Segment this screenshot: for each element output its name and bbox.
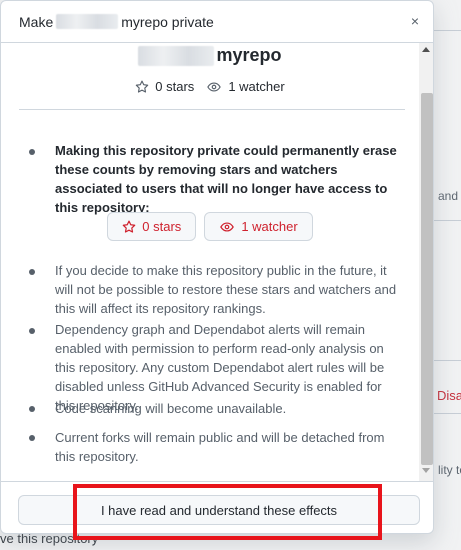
stars-pill: 0 stars [107,212,197,241]
eye-icon [207,81,222,92]
bullet-dot [29,406,35,412]
bullet-dot [29,435,35,441]
stars-count: 0 stars [135,79,194,94]
stars-label: 0 stars [155,79,195,94]
dialog-title-prefix: Make [19,13,54,30]
stars-pill-label: 0 stars [142,219,182,234]
divider [19,109,405,110]
close-icon[interactable]: × [411,13,419,29]
star-icon [122,220,136,233]
watchers-pill: 1 watcher [204,212,313,241]
dialog-header: Make myrepo private × [1,1,433,43]
scroll-up-arrow-icon[interactable] [422,47,430,52]
scrollbar-thumb[interactable] [421,93,433,465]
bullet-dot [29,269,35,275]
eye-icon [220,221,235,232]
make-private-dialog: Make myrepo private × myrepo 0 stars 1 w… [0,0,434,534]
bullet-dot [29,328,35,334]
warning-text: Making this repository private could per… [55,143,397,215]
watchers-count: 1 watcher [206,79,285,94]
repo-stats: 0 stars 1 watcher [1,79,419,94]
redacted-owner-name [56,14,119,29]
effect-item: Code scanning will become unavailable. [55,401,287,416]
confirm-effects-button[interactable]: I have read and understand these effects [18,495,420,525]
repo-name: myrepo [1,45,419,66]
watchers-label: 1 watcher [228,79,285,94]
redacted-owner-name [138,45,215,66]
effect-item: Current forks will remain public and wil… [55,430,385,464]
dialog-footer: I have read and understand these effects [1,481,433,533]
dialog-title-suffix: myrepo private [121,13,214,30]
affected-counts: 0 stars 1 watcher [1,212,419,241]
watchers-pill-label: 1 watcher [241,219,298,234]
star-icon [136,80,149,93]
bullet-dot [29,149,35,155]
effect-item: If you decide to make this repository pu… [55,263,397,316]
dialog-title: Make myrepo private [19,14,214,30]
dialog-body: myrepo 0 stars 1 watcher Making this rep… [1,43,419,481]
scroll-down-arrow-icon[interactable] [422,468,430,473]
repo-name-text: myrepo [216,45,282,65]
